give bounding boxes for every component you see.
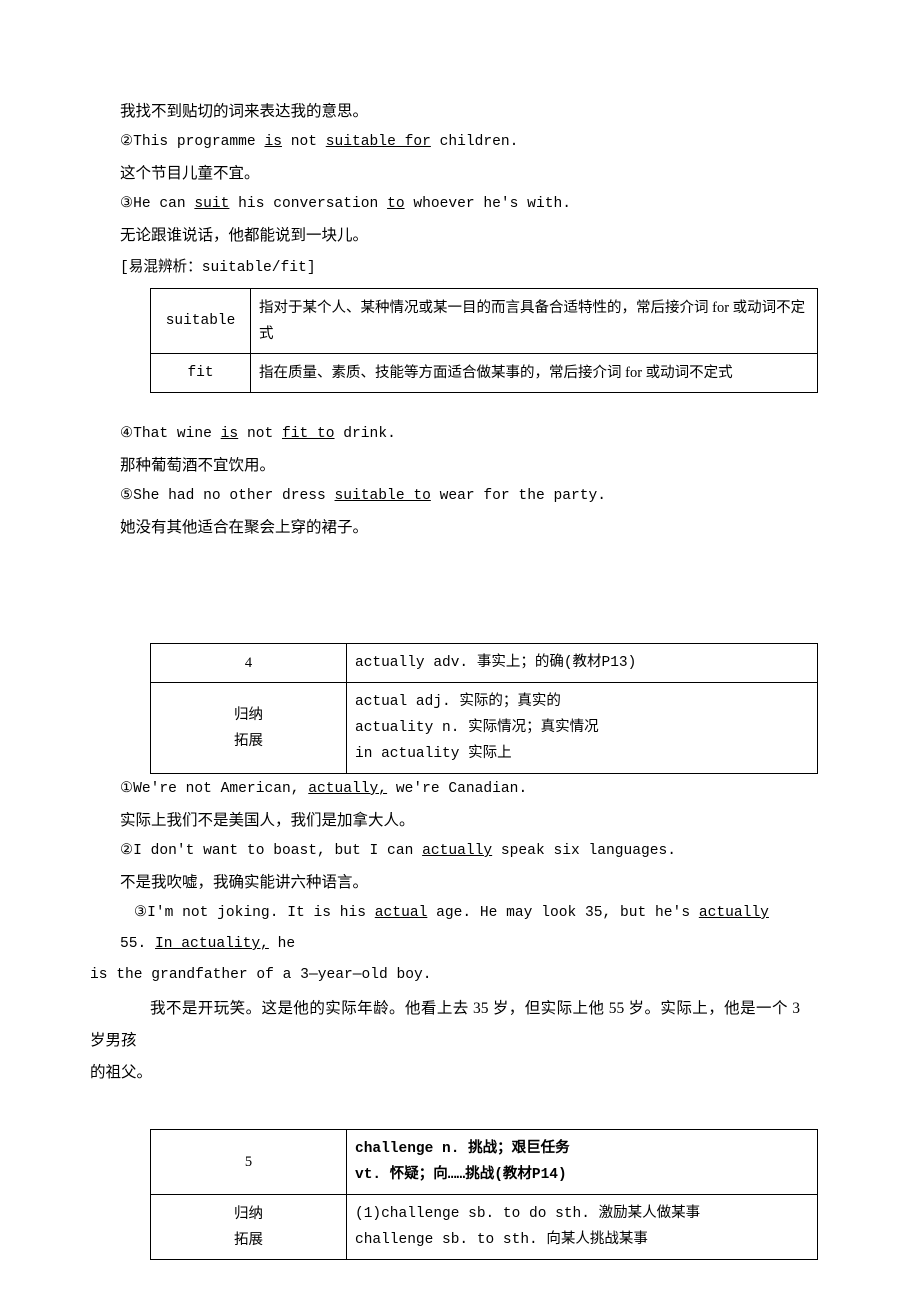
- sentence-part: age. He may look 35, but he's: [427, 905, 699, 921]
- example-translation: 无论跟谁说话，他都能说到一块儿。: [120, 227, 369, 244]
- sentence-part: not: [281, 134, 326, 150]
- sentence-part: ③He can: [120, 196, 195, 212]
- sentence-part: he: [268, 936, 296, 952]
- underlined-word: suitable to: [334, 488, 431, 504]
- definition-cell: 指在质量、素质、技能等方面适合做某事的，常后接介词 for 或动词不定式: [250, 353, 818, 393]
- expansion-line: actual adj. 实际的；真实的: [355, 694, 561, 710]
- label-line-2: 拓展: [234, 1232, 263, 1248]
- sentence-part: whoever he's with.: [404, 196, 571, 212]
- expansion-line: (1)challenge sb. to do sth. 激励某人做某事: [355, 1206, 701, 1222]
- example-sentence: ③He can suit his conversation to whoever…: [120, 189, 800, 220]
- sentence-part: ③I'm not joking. It is his: [134, 905, 375, 921]
- vocabulary-entry-table-actually: 4 actually adv. 事实上；的确(教材P13) 归纳 拓展 actu…: [150, 643, 818, 774]
- underlined-word: to: [387, 196, 405, 212]
- table-row-expansion: 归纳 拓展 actual adj. 实际的；真实的 actuality n. 实…: [150, 682, 818, 774]
- sentence-part: speak six languages.: [492, 843, 677, 859]
- entry-section-label: 归纳 拓展: [150, 1194, 347, 1260]
- example-sentence: ⑤She had no other dress suitable to wear…: [120, 481, 800, 512]
- example-translation: 实际上我们不是美国人，我们是加拿大人。: [120, 812, 415, 829]
- underlined-word: actually,: [308, 781, 388, 797]
- entry-actually: 4 actually adv. 事实上；的确(教材P13) 归纳 拓展 actu…: [90, 643, 818, 1089]
- example-translation: 不是我吹嘘，我确实能讲六种语言。: [120, 874, 369, 891]
- headword-line-1: challenge n. 挑战；艰巨任务: [355, 1141, 570, 1157]
- sentence-part: ④That wine: [120, 426, 221, 442]
- label-line-2: 拓展: [234, 733, 263, 749]
- sentence-part: 55.: [120, 936, 156, 952]
- long-translation-line-2: 的祖父。: [90, 1064, 153, 1081]
- entry-expansion-cell: actual adj. 实际的；真实的 actuality n. 实际情况；真实…: [346, 682, 818, 774]
- long-example-line-1: ③I'm not joking. It is his actual age. H…: [120, 898, 800, 960]
- entry-number: 5: [150, 1129, 347, 1195]
- example-translation: 那种葡萄酒不宜饮用。: [120, 457, 276, 474]
- underlined-word: is: [264, 134, 282, 150]
- table-row: suitable 指对于某个人、某种情况或某一目的而言具备合适特性的，常后接介词…: [150, 288, 818, 354]
- sentence-part: ①We're not American,: [120, 781, 309, 797]
- entry-section-label: 归纳 拓展: [150, 682, 347, 774]
- sentence-part: wear for the party.: [430, 488, 607, 504]
- section-suit: 我找不到贴切的词来表达我的意思。 ②This programme is not …: [120, 96, 818, 543]
- term-cell: fit: [150, 353, 251, 393]
- entry-headword: actually adv. 事实上；的确(教材P13): [346, 643, 818, 683]
- example-sentence: ①We're not American, actually, we're Can…: [120, 774, 800, 805]
- underlined-word: suit: [194, 196, 230, 212]
- expansion-line: in actuality 实际上: [355, 746, 512, 762]
- entry-expansion-cell: (1)challenge sb. to do sth. 激励某人做某事 chal…: [346, 1194, 818, 1260]
- term-cell: suitable: [150, 288, 251, 354]
- vocabulary-entry-table-challenge: 5 challenge n. 挑战；艰巨任务 vt. 怀疑；向……挑战(教材P1…: [150, 1129, 818, 1260]
- label-line-1: 归纳: [234, 707, 263, 723]
- translation-text: 我不是开玩笑。这是他的实际年龄。他看上去 35 岁，但实际上他 55 岁。实际上…: [90, 1000, 800, 1049]
- underlined-word: actually: [422, 843, 493, 859]
- sentence-part: his conversation: [229, 196, 388, 212]
- expansion-line: challenge sb. to sth. 向某人挑战某事: [355, 1232, 648, 1248]
- sentence-part: we're Canadian.: [387, 781, 528, 797]
- entry-challenge: 5 challenge n. 挑战；艰巨任务 vt. 怀疑；向……挑战(教材P1…: [120, 1129, 818, 1260]
- example-translation: 我找不到贴切的词来表达我的意思。: [120, 103, 369, 120]
- label-line-1: 归纳: [234, 1206, 263, 1222]
- definition-cell: 指对于某个人、某种情况或某一目的而言具备合适特性的，常后接介词 for 或动词不…: [250, 288, 818, 354]
- underlined-word: suitable for: [325, 134, 431, 150]
- confusable-words-table: suitable 指对于某个人、某种情况或某一目的而言具备合适特性的，常后接介词…: [150, 288, 818, 393]
- entry-number: 4: [150, 643, 347, 683]
- example-sentence: ④That wine is not fit to drink.: [120, 419, 800, 450]
- headword-line-2: vt. 怀疑；向……挑战(教材P14): [355, 1167, 567, 1183]
- table-row: fit 指在质量、素质、技能等方面适合做某事的，常后接介词 for 或动词不定式: [150, 353, 818, 393]
- sentence-part: not: [238, 426, 282, 442]
- underlined-word: actually: [698, 905, 769, 921]
- underlined-word: In actuality,: [155, 936, 269, 952]
- long-translation-line-1: 我不是开玩笑。这是他的实际年龄。他看上去 35 岁，但实际上他 55 岁。实际上…: [90, 993, 800, 1057]
- expansion-line: actuality n. 实际情况；真实情况: [355, 720, 599, 736]
- example-sentence: ②I don't want to boast, but I can actual…: [120, 836, 800, 867]
- confusable-words-heading: [易混辨析：suitable/fit]: [120, 260, 316, 276]
- sentence-part: ②This programme: [120, 134, 265, 150]
- example-translation: 这个节目儿童不宜。: [120, 165, 260, 182]
- table-row-expansion: 归纳 拓展 (1)challenge sb. to do sth. 激励某人做某…: [150, 1194, 818, 1260]
- document-page: 我找不到贴切的词来表达我的意思。 ②This programme is not …: [0, 0, 920, 1302]
- example-sentence: ②This programme is not suitable for chil…: [120, 127, 800, 158]
- table-row-headword: 5 challenge n. 挑战；艰巨任务 vt. 怀疑；向……挑战(教材P1…: [150, 1129, 818, 1195]
- sentence-part: children.: [430, 134, 519, 150]
- underlined-word: is: [220, 426, 239, 442]
- example-translation: 她没有其他适合在聚会上穿的裙子。: [120, 519, 369, 536]
- table-row-headword: 4 actually adv. 事实上；的确(教材P13): [150, 643, 818, 683]
- underlined-word: actual: [374, 905, 428, 921]
- underlined-word: fit to: [281, 426, 335, 442]
- sentence-part: ②I don't want to boast, but I can: [120, 843, 423, 859]
- sentence-part: ⑤She had no other dress: [120, 488, 335, 504]
- long-example-line-2: is the grandfather of a 3—year—old boy.: [90, 967, 432, 983]
- sentence-part: drink.: [334, 426, 396, 442]
- entry-headword: challenge n. 挑战；艰巨任务 vt. 怀疑；向……挑战(教材P14): [346, 1129, 818, 1195]
